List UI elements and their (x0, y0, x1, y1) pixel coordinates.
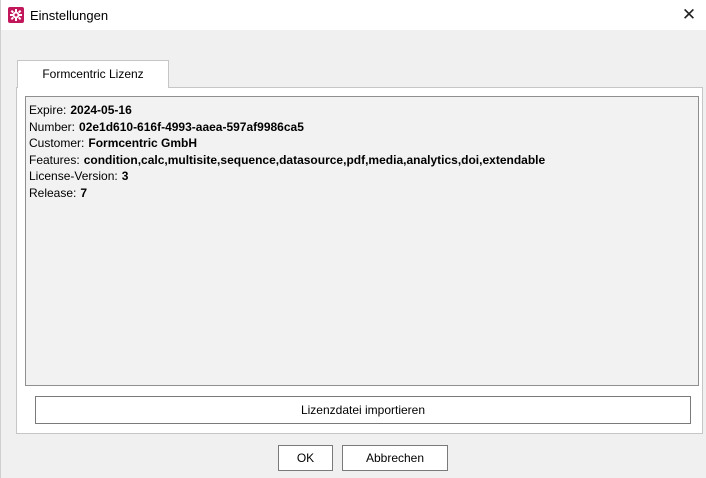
import-license-file-button[interactable]: Lizenzdatei importieren (35, 396, 691, 424)
license-value: 02e1d610-616f-4993-aaea-597af9986ca5 (79, 119, 304, 134)
ok-button[interactable]: OK (278, 445, 333, 471)
license-value: condition,calc,multisite,sequence,dataso… (83, 152, 546, 167)
settings-dialog: Einstellungen ✕ Formcentric Lizenz Expir… (0, 0, 706, 478)
title-bar: Einstellungen ✕ (1, 0, 706, 30)
license-row-release: Release: 7 (29, 185, 698, 202)
license-info-area: Expire: 2024-05-16 Number: 02e1d610-616f-4… (25, 96, 699, 386)
license-label: Features: (29, 152, 80, 167)
license-label: License-Version: (29, 169, 118, 183)
license-value: 7 (80, 185, 88, 200)
license-value: 3 (121, 169, 129, 183)
settings-gear-icon (8, 7, 24, 23)
license-row-number: Number: 02e1d610-616f-4993-aaea-597af9986… (29, 119, 698, 136)
license-label: Number: (29, 119, 76, 134)
license-label: Expire: (29, 103, 67, 117)
cancel-button[interactable]: Abbrechen (342, 445, 448, 471)
license-value: 2024-05-16 (70, 103, 132, 117)
close-icon[interactable]: ✕ (671, 0, 706, 30)
license-row-expire: Expire: 2024-05-16 (29, 102, 698, 119)
license-row-customer: Customer: Formcentric GmbH (29, 135, 698, 152)
license-label: Release: (29, 185, 77, 200)
window-title: Einstellungen (30, 8, 109, 23)
license-row-features: Features: condition,calc,multisite,sequen… (29, 152, 698, 169)
license-label: Customer: (29, 136, 85, 150)
license-value: Formcentric GmbH (88, 136, 198, 150)
tab-formcentric-license[interactable]: Formcentric Lizenz (17, 60, 169, 88)
license-row-license-version: License-Version: 3 (29, 168, 698, 185)
